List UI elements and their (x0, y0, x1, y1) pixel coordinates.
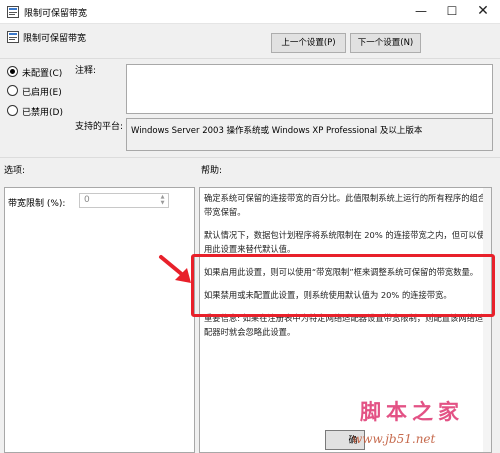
platform-label: 支持的平台: (75, 122, 124, 132)
title-bar: 限制可保留带宽 — ☐ ✕ (0, 0, 500, 24)
bandwidth-limit-stepper[interactable]: 0 ▲ ▼ (79, 193, 169, 208)
comment-textarea[interactable] (126, 64, 493, 114)
options-label: 选项: (4, 166, 26, 176)
help-paragraph: 默认情况下，数据包计划程序将系统限制在 20% 的连接带宽之内，但可以使用此设置… (204, 230, 485, 254)
maximize-button[interactable]: ☐ (437, 0, 467, 24)
radio-enabled[interactable]: 已启用(E) (7, 84, 87, 98)
help-label: 帮助: (201, 166, 223, 176)
previous-setting-button[interactable]: 上一个设置(P) (271, 33, 346, 53)
radio-selected-dot (10, 69, 15, 74)
watermark-title: 脚本之家 (360, 399, 464, 424)
setting-icon (7, 31, 19, 43)
radio-circle (7, 85, 18, 96)
red-arrow-icon (159, 255, 191, 283)
radio-circle (7, 105, 18, 116)
header-divider (0, 58, 500, 59)
radio-disabled[interactable]: 已禁用(D) (7, 104, 87, 118)
close-button[interactable]: ✕ (468, 0, 498, 24)
next-setting-button[interactable]: 下一个设置(N) (350, 33, 421, 53)
bandwidth-limit-value: 0 (84, 195, 90, 205)
radio-label: 已启用(E) (22, 88, 62, 98)
comment-label: 注释: (75, 66, 97, 76)
watermark-url: www.jb51.net (352, 432, 436, 446)
highlight-annotation-box (191, 254, 495, 317)
window-title: 限制可保留带宽 (24, 9, 88, 19)
bandwidth-limit-label: 带宽限制 (%): (8, 199, 66, 209)
radio-label: 已禁用(D) (22, 108, 63, 118)
radio-circle (7, 66, 18, 77)
minimize-button[interactable]: — (406, 0, 436, 24)
radio-label: 未配置(C) (22, 69, 63, 79)
policy-app-icon (7, 6, 19, 18)
help-paragraph: 确定系统可保留的连接带宽的百分比。此值限制系统上运行的所有程序的组合带宽保留。 (204, 193, 487, 217)
site-watermark: 脚本之家 www.jb51.net (352, 396, 500, 453)
options-pane: 带宽限制 (%): 0 ▲ ▼ (4, 187, 195, 453)
section-divider (0, 157, 500, 158)
setting-title: 限制可保留带宽 (23, 34, 87, 44)
platform-value: Windows Server 2003 操作系统或 Windows XP Pro… (126, 118, 493, 151)
spin-down-icon[interactable]: ▼ (157, 200, 168, 207)
